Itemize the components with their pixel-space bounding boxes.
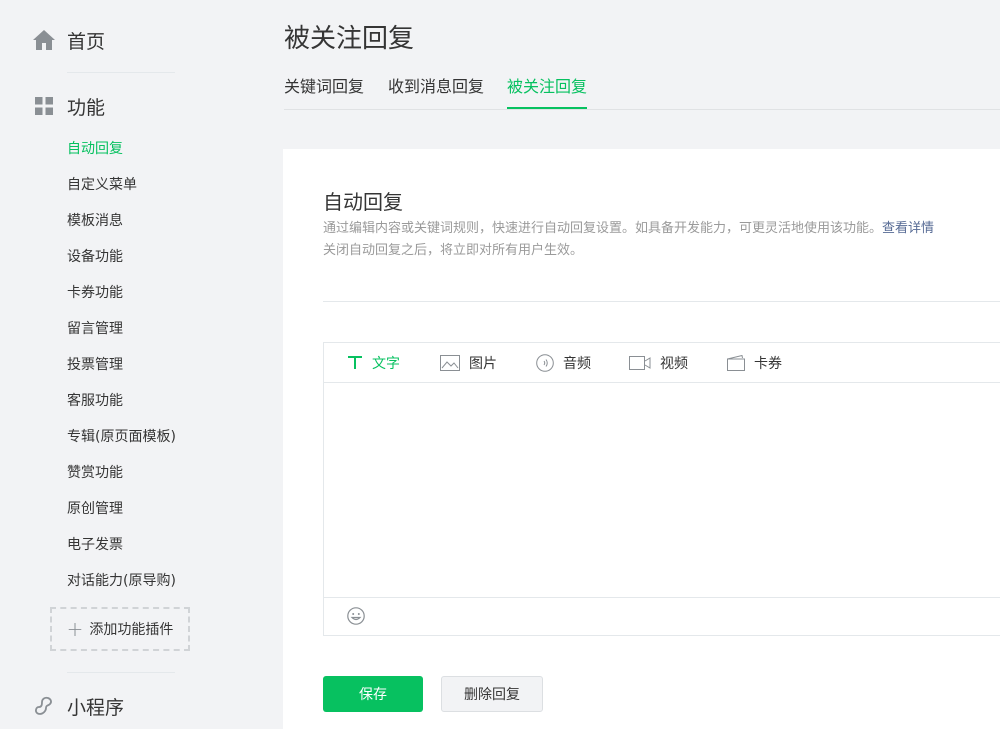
nav-functions[interactable]: 功能	[32, 91, 105, 121]
editor-tab-audio[interactable]: 音频	[536, 343, 591, 382]
editor-tab-image[interactable]: 图片	[440, 343, 497, 382]
nav-home-label: 首页	[67, 30, 106, 53]
sidebar-divider	[67, 672, 175, 673]
section-description: 通过编辑内容或关键词规则，快速进行自动回复设置。如具备开发能力，可更灵活地使用该…	[323, 218, 993, 262]
sidebar-item-voting[interactable]: 投票管理	[67, 355, 123, 375]
home-icon	[32, 28, 56, 52]
sidebar-item-device[interactable]: 设备功能	[67, 247, 123, 267]
nav-home[interactable]: 首页	[32, 25, 105, 55]
details-link[interactable]: 查看详情	[882, 221, 934, 236]
tab-message-reply[interactable]: 收到消息回复	[388, 76, 484, 108]
audio-icon	[536, 353, 554, 372]
sidebar-item-customer-service[interactable]: 客服功能	[67, 391, 123, 411]
coupon-icon	[727, 354, 745, 371]
description-line-2: 关闭自动回复之后，将立即对所有用户生效。	[323, 243, 584, 258]
editor-footer	[324, 597, 1000, 635]
sidebar-item-custom-menu[interactable]: 自定义菜单	[67, 175, 137, 195]
image-icon	[440, 354, 460, 371]
editor-tab-video-label: 视频	[660, 355, 688, 372]
page-title: 被关注回复	[284, 24, 415, 54]
tab-follow-reply[interactable]: 被关注回复	[507, 76, 588, 109]
reply-card: 自动回复 通过编辑内容或关键词规则，快速进行自动回复设置。如具备开发能力，可更灵…	[283, 149, 1000, 729]
delete-reply-button[interactable]: 删除回复	[441, 676, 543, 712]
tab-keyword-reply[interactable]: 关键词回复	[284, 76, 364, 108]
editor-tab-image-label: 图片	[469, 355, 497, 372]
plus-icon: +	[66, 617, 84, 641]
nav-miniprogram-label: 小程序	[67, 696, 125, 719]
sidebar-item-coupon[interactable]: 卡券功能	[67, 283, 123, 303]
editor-tab-video[interactable]: 视频	[629, 343, 688, 382]
sidebar-item-auto-reply[interactable]: 自动回复	[67, 139, 123, 159]
text-icon	[347, 355, 363, 371]
nav-functions-label: 功能	[67, 96, 106, 119]
sidebar-item-reward[interactable]: 赞赏功能	[67, 463, 123, 483]
editor-tabs: 文字 图片 音频 视频 卡券	[324, 343, 1000, 383]
nav-miniprogram[interactable]: 小程序	[32, 691, 124, 721]
reply-content-textarea[interactable]	[324, 383, 1000, 598]
sidebar: 首页 功能 自动回复 自定义菜单 模板消息 设备功能 卡券功能 留言管理 投票管…	[0, 0, 250, 729]
add-plugin-label: 添加功能插件	[89, 622, 174, 638]
section-title: 自动回复	[323, 190, 403, 214]
sidebar-item-comments[interactable]: 留言管理	[67, 319, 123, 339]
sidebar-divider	[67, 72, 175, 73]
sidebar-item-invoice[interactable]: 电子发票	[67, 535, 123, 555]
editor-tab-coupon-label: 卡券	[754, 355, 782, 372]
sidebar-item-original[interactable]: 原创管理	[67, 499, 123, 519]
save-button[interactable]: 保存	[323, 676, 423, 712]
sidebar-item-dialog[interactable]: 对话能力(原导购)	[67, 571, 176, 591]
reply-editor: 文字 图片 音频 视频 卡券	[323, 342, 1000, 636]
video-icon	[629, 355, 651, 371]
add-plugin-button[interactable]: + 添加功能插件	[50, 607, 190, 651]
description-line-1: 通过编辑内容或关键词规则，快速进行自动回复设置。如具备开发能力，可更灵活地使用该…	[323, 221, 883, 236]
miniprogram-icon	[32, 694, 56, 718]
sidebar-item-album[interactable]: 专辑(原页面模板)	[67, 427, 176, 447]
sidebar-item-template-message[interactable]: 模板消息	[67, 211, 123, 231]
editor-tab-coupon[interactable]: 卡券	[727, 343, 782, 382]
section-divider	[323, 301, 1000, 302]
emoji-icon[interactable]	[347, 607, 365, 629]
editor-tab-audio-label: 音频	[563, 355, 591, 372]
grid-icon	[32, 94, 56, 118]
reply-tabs: 关键词回复 收到消息回复 被关注回复	[284, 76, 1000, 110]
editor-tab-text-label: 文字	[372, 355, 400, 372]
editor-tab-text[interactable]: 文字	[347, 343, 400, 382]
